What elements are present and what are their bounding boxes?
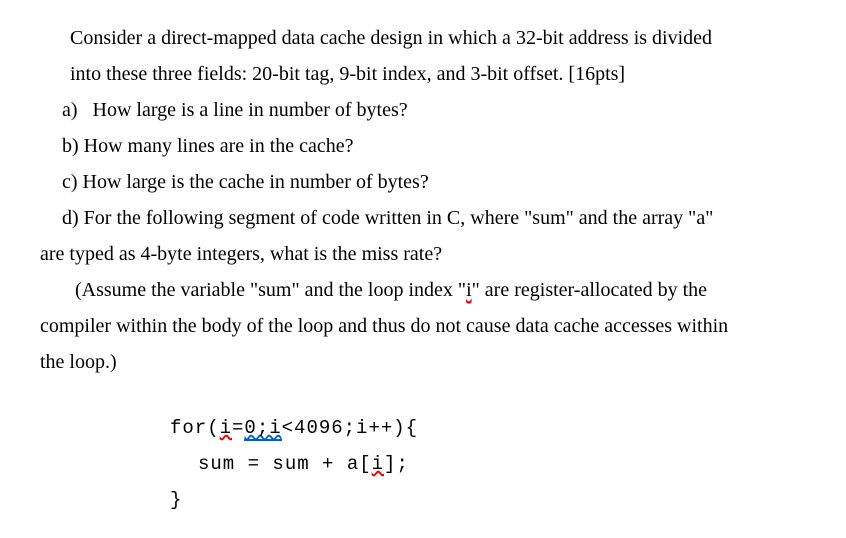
question-b: b) How many lines are in the cache?: [40, 128, 806, 164]
question-c: c) How large is the cache in number of b…: [40, 164, 806, 200]
intro-line-2: into these three fields: 20-bit tag, 9-b…: [40, 56, 806, 92]
code-for-0i: 0;i: [244, 417, 281, 441]
assumption-line-3: the loop.): [40, 344, 806, 380]
code-for-i-1: i: [220, 417, 232, 439]
code-block: for(i=0;i<4096;i++){ sum = sum + a[i]; }: [170, 410, 806, 518]
code-close-line: }: [170, 482, 806, 518]
intro-line-1: Consider a direct-mapped data cache desi…: [40, 20, 806, 56]
question-a: a) How large is a line in number of byte…: [40, 92, 806, 128]
item-a-text: How large is a line in number of bytes?: [93, 99, 408, 121]
code-for-line: for(i=0;i<4096;i++){: [170, 410, 806, 446]
assume-start: (Assume the variable "sum" and the loop …: [75, 279, 466, 301]
code-for-start: for(: [170, 417, 220, 439]
code-for-eq: =: [232, 417, 244, 439]
question-d-line-2: are typed as 4-byte integers, what is th…: [40, 236, 806, 272]
assumption-line-2: compiler within the body of the loop and…: [40, 308, 806, 344]
code-body-i: i: [372, 453, 384, 475]
code-body-line: sum = sum + a[i];: [198, 446, 806, 482]
assumption-line-1: (Assume the variable "sum" and the loop …: [40, 272, 806, 308]
code-body-start: sum = sum + a[: [198, 453, 372, 475]
question-d-line-1: d) For the following segment of code wri…: [40, 200, 806, 236]
assume-mid: " are register-allocated by the: [472, 279, 707, 301]
item-a-prefix: a): [62, 99, 78, 121]
code-body-end: ];: [384, 453, 409, 475]
code-for-rest: <4096;i++){: [282, 417, 418, 439]
